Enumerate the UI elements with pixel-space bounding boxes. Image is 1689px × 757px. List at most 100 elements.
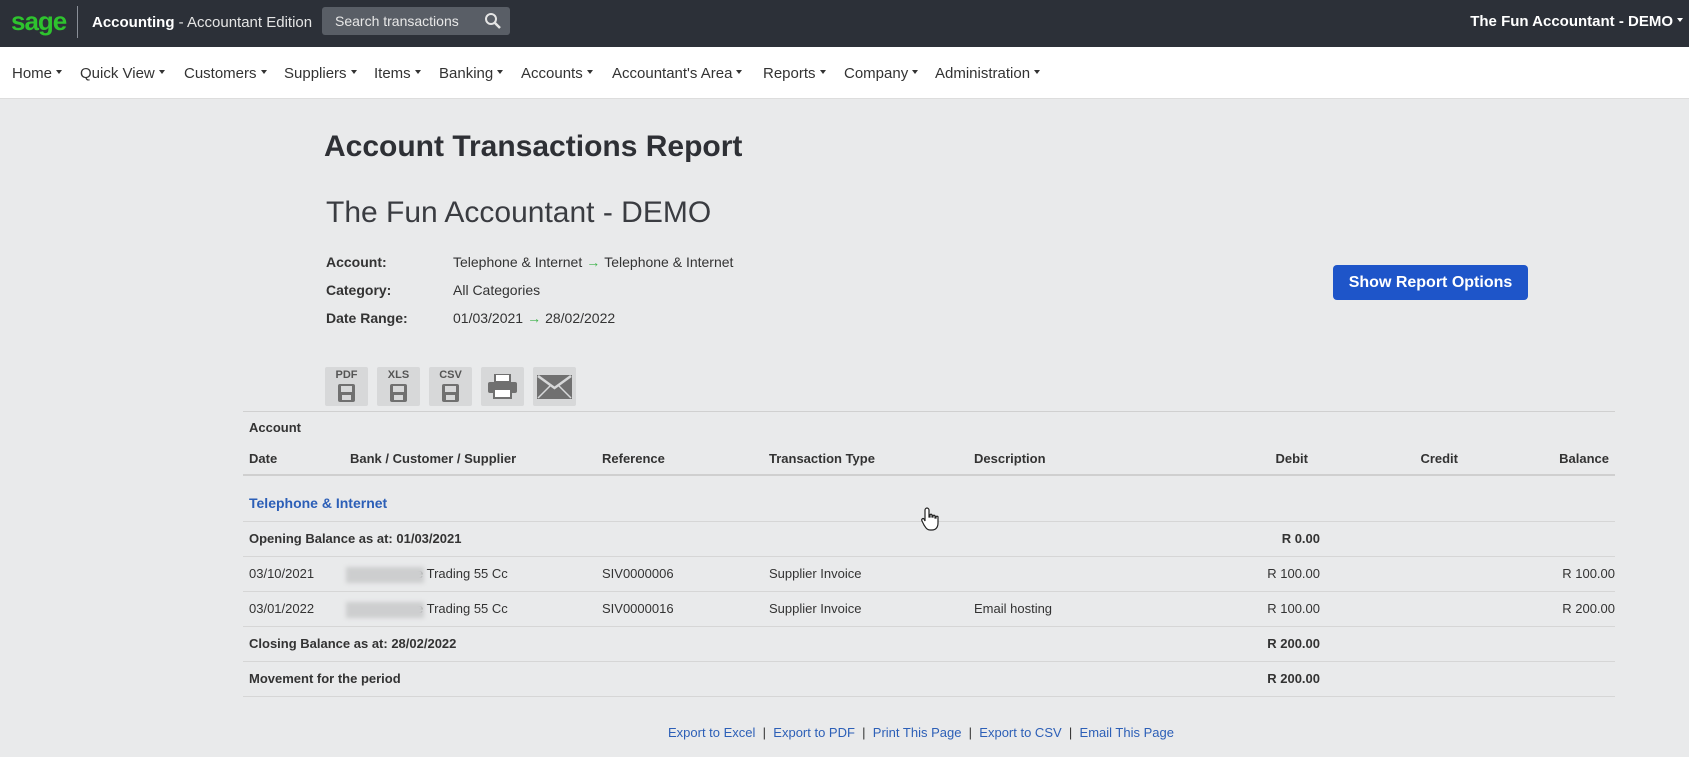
cell-party-text: e Trading 55 Cc bbox=[416, 601, 508, 616]
chevron-down-icon bbox=[1677, 18, 1683, 23]
opening-balance-debit: R 0.00 bbox=[1281, 531, 1320, 546]
header-party: Bank / Customer / Supplier bbox=[350, 451, 517, 466]
app-edition-label: - Accountant Edition bbox=[178, 14, 313, 31]
show-report-options-button[interactable]: Show Report Options bbox=[1333, 265, 1528, 300]
sage-logo[interactable]: sage bbox=[11, 6, 67, 37]
chevron-down-icon bbox=[819, 70, 826, 75]
header-reference: Reference bbox=[602, 451, 665, 466]
export-xls-button[interactable]: XLS bbox=[377, 367, 420, 406]
header-balance: Balance bbox=[1559, 451, 1609, 466]
cell-debit: R 100.00 bbox=[1267, 566, 1320, 581]
row-divider bbox=[243, 626, 1615, 627]
header-account: Account bbox=[249, 420, 301, 435]
closing-balance-debit: R 200.00 bbox=[1267, 636, 1320, 651]
search-icon[interactable] bbox=[484, 12, 502, 30]
arrow-right-icon: → bbox=[586, 254, 601, 270]
cell-party-text: e Trading 55 Cc bbox=[416, 566, 508, 581]
nav-accounts-label: Accounts bbox=[521, 65, 583, 82]
nav-accountants-area[interactable]: Accountant's Area bbox=[612, 65, 743, 82]
printer-icon bbox=[488, 374, 517, 399]
account-group-link[interactable]: Telephone & Internet bbox=[249, 495, 387, 511]
cell-reference: SIV0000006 bbox=[602, 566, 674, 581]
nav-suppliers-label: Suppliers bbox=[284, 65, 347, 82]
nav-items[interactable]: Items bbox=[374, 65, 421, 82]
nav-administration-label: Administration bbox=[935, 65, 1031, 82]
nav-administration[interactable]: Administration bbox=[935, 65, 1041, 82]
redacted-name bbox=[346, 566, 424, 583]
nav-customers[interactable]: Customers bbox=[184, 65, 267, 82]
nav-banking[interactable]: Banking bbox=[439, 65, 504, 82]
nav-quick-view-label: Quick View bbox=[80, 65, 155, 82]
chevron-down-icon bbox=[497, 70, 504, 75]
cell-type: Supplier Invoice bbox=[769, 566, 862, 581]
cell-party: e Trading 55 Cc bbox=[346, 566, 508, 583]
main-nav: Home Quick View Customers Suppliers Item… bbox=[0, 47, 1689, 99]
save-icon bbox=[390, 384, 407, 402]
cell-description: Email hosting bbox=[974, 601, 1053, 616]
nav-quick-view[interactable]: Quick View bbox=[80, 65, 165, 82]
movement-debit: R 200.00 bbox=[1267, 671, 1320, 686]
chevron-down-icon bbox=[158, 70, 165, 75]
top-bar: sage Accounting - Accountant Edition Sea… bbox=[0, 0, 1689, 47]
cell-date: 03/01/2022 bbox=[249, 601, 315, 616]
header-debit: Debit bbox=[1275, 451, 1309, 466]
company-menu[interactable]: The Fun Accountant - DEMO bbox=[1470, 13, 1683, 30]
row-divider bbox=[243, 591, 1615, 592]
cell-debit: R 100.00 bbox=[1267, 601, 1320, 616]
date-range-value: 01/03/2021 → 28/02/2022 bbox=[453, 310, 615, 326]
chevron-down-icon bbox=[586, 70, 593, 75]
save-icon bbox=[338, 384, 355, 402]
redacted-name bbox=[346, 601, 424, 618]
category-label: Category: bbox=[326, 282, 392, 298]
hand-cursor-icon bbox=[921, 507, 939, 531]
nav-customers-label: Customers bbox=[184, 65, 257, 82]
company-title: The Fun Accountant - DEMO bbox=[326, 196, 712, 229]
row-divider bbox=[243, 661, 1615, 662]
header-credit: Credit bbox=[1420, 451, 1458, 466]
arrow-right-icon: → bbox=[527, 310, 542, 326]
company-menu-label: The Fun Accountant - DEMO bbox=[1470, 13, 1673, 30]
nav-company[interactable]: Company bbox=[844, 65, 919, 82]
chevron-down-icon bbox=[1034, 70, 1041, 75]
cell-type: Supplier Invoice bbox=[769, 601, 862, 616]
table-top-border bbox=[243, 411, 1615, 412]
search-placeholder: Search transactions bbox=[335, 13, 459, 29]
nav-suppliers[interactable]: Suppliers bbox=[284, 65, 357, 82]
export-excel-link[interactable]: Export to Excel bbox=[668, 725, 755, 740]
date-to: 28/02/2022 bbox=[545, 310, 616, 326]
cell-balance: R 200.00 bbox=[1562, 601, 1615, 616]
export-csv-link[interactable]: Export to CSV bbox=[979, 725, 1061, 740]
account-to: Telephone & Internet bbox=[604, 254, 734, 270]
account-from: Telephone & Internet bbox=[453, 254, 583, 270]
export-pdf-button[interactable]: PDF bbox=[325, 367, 368, 406]
nav-reports[interactable]: Reports bbox=[763, 65, 826, 82]
email-page-link[interactable]: Email This Page bbox=[1080, 725, 1174, 740]
chevron-down-icon bbox=[260, 70, 267, 75]
nav-reports-label: Reports bbox=[763, 65, 816, 82]
nav-home[interactable]: Home bbox=[12, 65, 63, 82]
header-divider bbox=[243, 474, 1615, 476]
chevron-down-icon bbox=[350, 70, 357, 75]
app-name-label: Accounting bbox=[92, 14, 175, 31]
export-pdf-link[interactable]: Export to PDF bbox=[773, 725, 855, 740]
print-page-link[interactable]: Print This Page bbox=[873, 725, 962, 740]
date-range-label: Date Range: bbox=[326, 310, 408, 326]
search-input[interactable]: Search transactions bbox=[322, 7, 510, 35]
export-csv-button[interactable]: CSV bbox=[429, 367, 472, 406]
cell-reference: SIV0000016 bbox=[602, 601, 674, 616]
nav-home-label: Home bbox=[12, 65, 53, 82]
page-title: Account Transactions Report bbox=[324, 130, 743, 163]
logo-divider bbox=[77, 6, 78, 38]
print-button[interactable] bbox=[481, 367, 524, 406]
separator: | bbox=[862, 725, 866, 740]
pdf-label: PDF bbox=[335, 369, 358, 381]
app-name: Accounting - Accountant Edition bbox=[92, 14, 312, 31]
account-value: Telephone & Internet → Telephone & Interne… bbox=[453, 254, 733, 270]
email-button[interactable] bbox=[533, 367, 576, 406]
header-description: Description bbox=[974, 451, 1046, 466]
chevron-down-icon bbox=[414, 70, 421, 75]
header-transaction-type: Transaction Type bbox=[769, 451, 875, 466]
separator: | bbox=[762, 725, 767, 740]
row-divider bbox=[243, 556, 1615, 557]
nav-accounts[interactable]: Accounts bbox=[521, 65, 593, 82]
